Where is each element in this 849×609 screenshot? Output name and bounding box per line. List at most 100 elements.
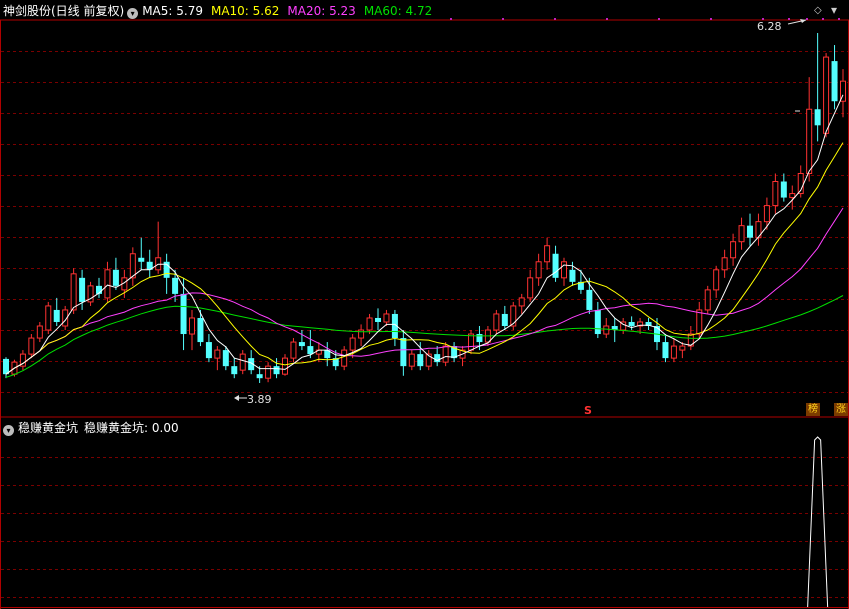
diamond-icon[interactable]: ◇ bbox=[814, 5, 822, 16]
candle-body-up bbox=[70, 273, 77, 311]
candle-body-up bbox=[493, 313, 500, 331]
ma10-label: MA10: 5.62 bbox=[210, 4, 280, 18]
candle-body-up bbox=[721, 257, 728, 271]
candle-body-down bbox=[476, 334, 483, 343]
top-marker-dot bbox=[806, 18, 808, 20]
s-marker: S bbox=[584, 404, 592, 417]
candle-body-up bbox=[290, 341, 297, 359]
candle-body-up bbox=[36, 325, 43, 339]
candle-body-down bbox=[501, 313, 508, 327]
indicator-header: ▾ 稳赚黄金坑 稳赚黄金坑: 0.00 bbox=[3, 421, 179, 436]
main-header: 神剑股份(日线 前复权) ▾ MA5: 5.79 MA10: 5.62 MA20: 5.… bbox=[3, 4, 432, 19]
top-marker-dot bbox=[710, 18, 712, 20]
candle-body-up bbox=[713, 269, 720, 291]
candle-body-down bbox=[831, 61, 838, 102]
candle-body-down bbox=[3, 358, 9, 375]
candle-body-up bbox=[527, 277, 534, 299]
top-marker-dot bbox=[502, 18, 504, 20]
candle-body-down bbox=[552, 253, 559, 278]
candle-body-up bbox=[763, 205, 770, 223]
candle-body-up bbox=[45, 305, 52, 331]
low-price-label: 3.89 bbox=[247, 393, 272, 406]
candle-body-down bbox=[197, 317, 204, 343]
chevron-down-icon[interactable]: ▾ bbox=[831, 3, 837, 17]
candle-body-down bbox=[400, 338, 407, 367]
bang-badge[interactable]: 榜 bbox=[806, 403, 820, 416]
candle-body-up bbox=[789, 193, 796, 199]
candle-body-up bbox=[265, 365, 272, 379]
ma60-label: MA60: 4.72 bbox=[363, 4, 433, 18]
high-price-label: 6.28 bbox=[757, 20, 782, 33]
candle-body-down bbox=[375, 317, 381, 322]
chart-background bbox=[0, 0, 849, 609]
candle-body-down bbox=[273, 366, 280, 375]
candle-body-up bbox=[341, 349, 348, 367]
candle-body-down bbox=[180, 293, 187, 335]
candle-body-up bbox=[282, 357, 288, 375]
candle-body-up bbox=[730, 241, 737, 259]
candle-body-up bbox=[366, 317, 373, 331]
candle-body-down bbox=[307, 346, 314, 355]
candle-body-down bbox=[417, 354, 424, 367]
chart-stage: 神剑股份(日线 前复权) ▾ MA5: 5.79 MA10: 5.62 MA20: 5.… bbox=[0, 0, 849, 609]
ma20-label: MA20: 5.23 bbox=[287, 4, 356, 18]
zhang-badge[interactable]: 涨 bbox=[834, 403, 848, 416]
candle-body-down bbox=[662, 342, 669, 359]
candle-body-down bbox=[222, 350, 229, 367]
top-marker-dot bbox=[838, 18, 840, 20]
candle-body-up bbox=[239, 353, 246, 371]
candle-body-down bbox=[594, 309, 601, 335]
candle-body-up bbox=[806, 108, 813, 174]
candle-body-down bbox=[205, 342, 212, 359]
candle-body-up bbox=[679, 345, 686, 351]
candle-body-up bbox=[544, 245, 551, 263]
candle-body-up bbox=[104, 269, 111, 299]
top-marker-dot bbox=[658, 18, 660, 20]
stock-name[interactable]: 神剑股份(日线 前复权) bbox=[3, 4, 124, 18]
candle-body-down bbox=[138, 257, 145, 262]
indicator-name[interactable]: 稳赚黄金坑 bbox=[18, 421, 78, 435]
candle-body-up bbox=[518, 297, 525, 307]
candle-body-down bbox=[231, 366, 238, 375]
candle-body-up bbox=[823, 56, 830, 134]
candle-body-down bbox=[586, 289, 593, 310]
candle-body-up bbox=[704, 289, 711, 311]
candle-body-down bbox=[814, 109, 821, 126]
candle-body-up bbox=[535, 261, 542, 279]
candle-body-up bbox=[670, 345, 677, 359]
top-marker-dot bbox=[450, 18, 452, 20]
candle-body-down bbox=[298, 342, 305, 347]
candle-body-down bbox=[628, 321, 635, 327]
candle-body-up bbox=[442, 345, 449, 363]
candle-body-down bbox=[172, 277, 179, 294]
candle-body-up bbox=[349, 337, 356, 351]
candle-body-up bbox=[561, 261, 567, 279]
candle-body-up bbox=[383, 313, 390, 323]
candle-body-up bbox=[129, 253, 136, 279]
top-marker-dot bbox=[788, 18, 790, 20]
candle-body-up bbox=[189, 317, 195, 335]
top-marker-dot bbox=[606, 18, 608, 20]
candle-body-down bbox=[53, 309, 60, 322]
candle-body-up bbox=[214, 349, 221, 359]
candle-body-down bbox=[569, 269, 576, 282]
candle-body-up bbox=[738, 225, 745, 243]
top-marker-dot bbox=[554, 18, 556, 20]
top-marker-dot bbox=[822, 18, 824, 20]
candle-body-up bbox=[28, 337, 35, 355]
candle-body-up bbox=[603, 325, 610, 335]
candle-body-up bbox=[408, 353, 415, 367]
candle-body-down bbox=[256, 374, 263, 379]
candle-body-down bbox=[747, 225, 753, 238]
candle-body-up bbox=[696, 309, 703, 335]
ma5-label: MA5: 5.79 bbox=[142, 4, 203, 18]
candle-body-down bbox=[79, 277, 86, 302]
candle-body-down bbox=[780, 181, 787, 198]
indicator-dropdown-icon[interactable]: ▾ bbox=[3, 425, 14, 436]
price-chart bbox=[0, 0, 849, 609]
candle-body-down bbox=[112, 269, 119, 286]
candle-body-up bbox=[772, 181, 779, 207]
indicator-value: 稳赚黄金坑: 0.00 bbox=[84, 421, 179, 435]
candle-body-up bbox=[468, 333, 474, 351]
settings-dropdown-icon[interactable]: ▾ bbox=[127, 8, 139, 19]
